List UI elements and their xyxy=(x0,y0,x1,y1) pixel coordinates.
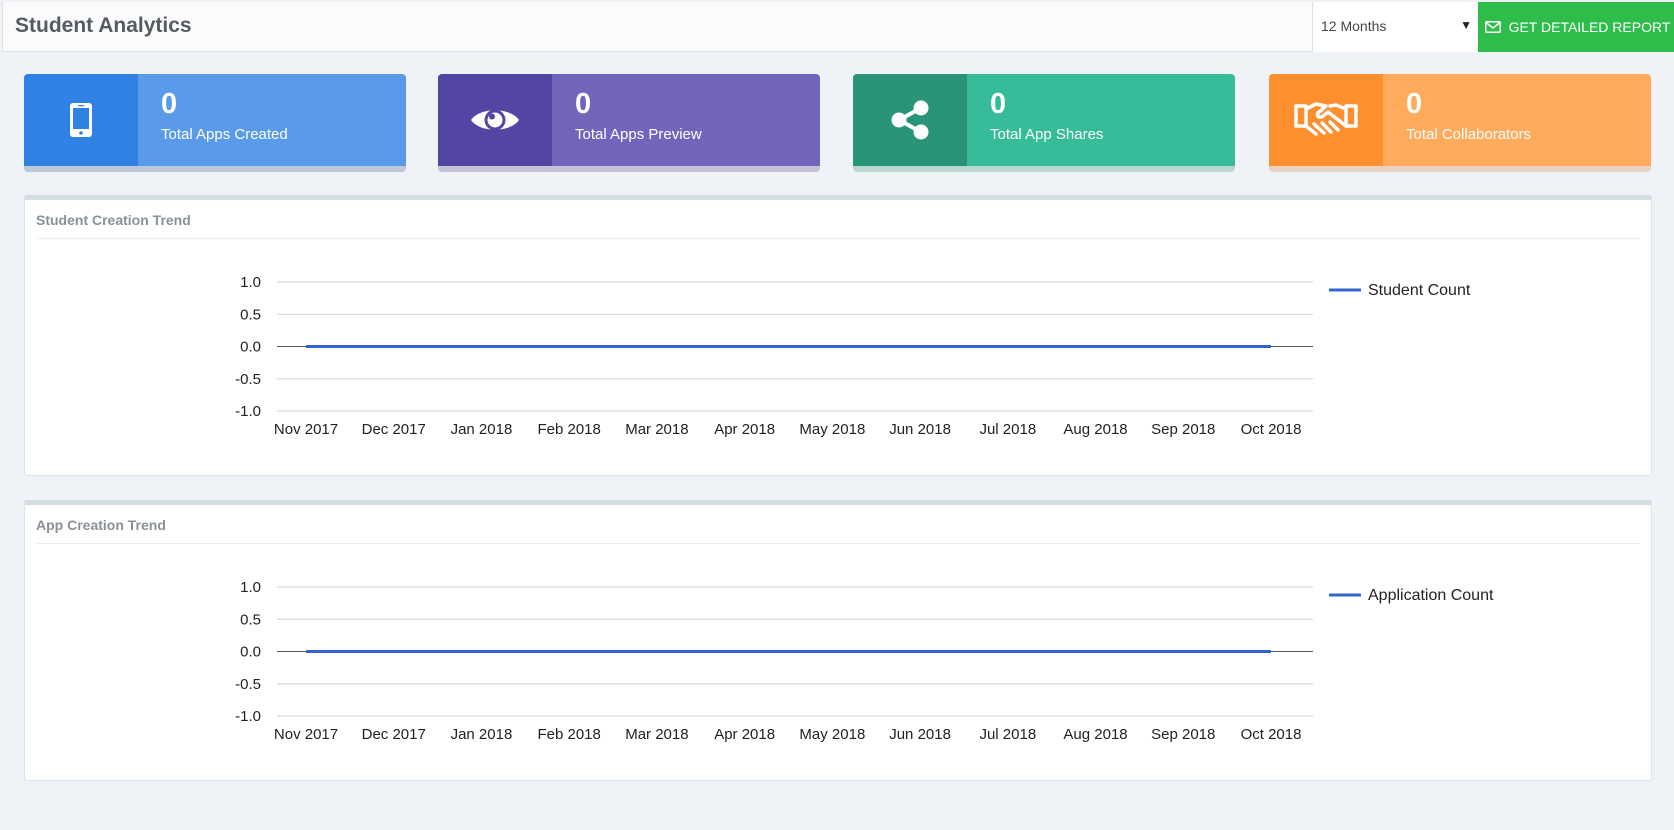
x-tick-label: Nov 2017 xyxy=(274,421,338,438)
y-tick-label: -1.0 xyxy=(235,708,261,725)
stat-value: 0 xyxy=(161,88,178,120)
stat-card-apps-preview: 0 Total Apps Preview xyxy=(438,74,820,172)
app-creation-trend-panel: App Creation Trend 1.0 0.5 0.0 -0.5 -1.0 Nov … xyxy=(24,500,1652,781)
x-tick-label: Dec 2017 xyxy=(362,726,426,743)
x-tick-label: May 2018 xyxy=(799,726,865,743)
y-tick-label: 0.0 xyxy=(240,644,261,661)
stat-label: Total Collaborators xyxy=(1406,126,1532,143)
envelope-icon xyxy=(1484,21,1501,33)
period-select-value: 12 Months xyxy=(1321,18,1387,34)
page-title: Student Analytics xyxy=(15,14,192,37)
report-button-label: GET DETAILED REPORT xyxy=(1508,19,1671,35)
stat-icon-box xyxy=(853,74,967,166)
period-select[interactable]: 12 Months ▼ xyxy=(1312,2,1478,52)
stat-label: Total Apps Preview xyxy=(575,126,702,143)
phone-icon xyxy=(70,103,92,137)
y-tick-label: -1.0 xyxy=(235,403,261,420)
stat-card-collaborators: 0 Total Collaborators xyxy=(1269,74,1651,172)
page-header: Student Analytics 12 Months ▼ GET DETAIL… xyxy=(2,2,1674,52)
stat-icon-box xyxy=(438,74,552,166)
x-tick-label: Sep 2018 xyxy=(1151,421,1215,438)
x-tick-label: Apr 2018 xyxy=(714,421,775,438)
stat-card-apps-created: 0 Total Apps Created xyxy=(24,74,406,172)
stat-card-app-shares: 0 Total App Shares xyxy=(853,74,1235,172)
x-tick-label: Oct 2018 xyxy=(1241,726,1302,743)
y-tick-label: 0.5 xyxy=(240,611,261,628)
x-tick-label: Feb 2018 xyxy=(537,421,600,438)
legend-label: Student Count xyxy=(1368,282,1471,299)
x-tick-label: Oct 2018 xyxy=(1241,421,1302,438)
x-tick-label: Jun 2018 xyxy=(889,726,951,743)
stat-label: Total Apps Created xyxy=(161,126,288,143)
stat-icon-box xyxy=(24,74,138,166)
y-tick-label: 1.0 xyxy=(240,274,261,291)
x-tick-label: Nov 2017 xyxy=(274,726,338,743)
x-tick-label: Mar 2018 xyxy=(625,421,688,438)
app-creation-chart: 1.0 0.5 0.0 -0.5 -1.0 Nov 2017 Dec 2017 Jan 201… xyxy=(235,579,1494,743)
x-tick-label: Aug 2018 xyxy=(1063,726,1127,743)
student-creation-trend-panel: Student Creation Trend 1.0 0.5 0.0 -0.5 -1.0… xyxy=(24,195,1652,476)
x-tick-label: Mar 2018 xyxy=(625,726,688,743)
stat-value: 0 xyxy=(575,88,592,120)
x-tick-label: Jul 2018 xyxy=(979,726,1036,743)
x-tick-label: Sep 2018 xyxy=(1151,726,1215,743)
x-tick-label: Jan 2018 xyxy=(451,421,513,438)
eye-icon xyxy=(471,109,519,131)
x-tick-label: Jan 2018 xyxy=(451,726,513,743)
stat-icon-box xyxy=(1269,74,1383,166)
handshake-icon xyxy=(1294,102,1358,136)
stat-label: Total App Shares xyxy=(990,126,1104,143)
y-tick-label: 1.0 xyxy=(240,579,261,596)
y-tick-label: 0.0 xyxy=(240,339,261,356)
y-tick-label: -0.5 xyxy=(235,371,261,388)
get-detailed-report-button[interactable]: GET DETAILED REPORT xyxy=(1478,2,1674,52)
x-tick-label: Jun 2018 xyxy=(889,421,951,438)
student-creation-chart: 1.0 0.5 0.0 -0.5 -1.0 Nov 2017 Dec 2017 Jan 201… xyxy=(235,274,1471,438)
x-tick-label: Apr 2018 xyxy=(714,726,775,743)
x-tick-label: Jul 2018 xyxy=(979,421,1036,438)
x-tick-label: Aug 2018 xyxy=(1063,421,1127,438)
legend-label: Application Count xyxy=(1368,587,1494,604)
x-tick-label: May 2018 xyxy=(799,421,865,438)
stat-value: 0 xyxy=(990,88,1007,120)
x-tick-label: Dec 2017 xyxy=(362,421,426,438)
y-tick-label: -0.5 xyxy=(235,676,261,693)
share-icon xyxy=(891,100,929,140)
x-tick-label: Feb 2018 xyxy=(537,726,600,743)
stat-value: 0 xyxy=(1406,88,1423,120)
caret-down-icon: ▼ xyxy=(1460,18,1472,32)
y-tick-label: 0.5 xyxy=(240,306,261,323)
